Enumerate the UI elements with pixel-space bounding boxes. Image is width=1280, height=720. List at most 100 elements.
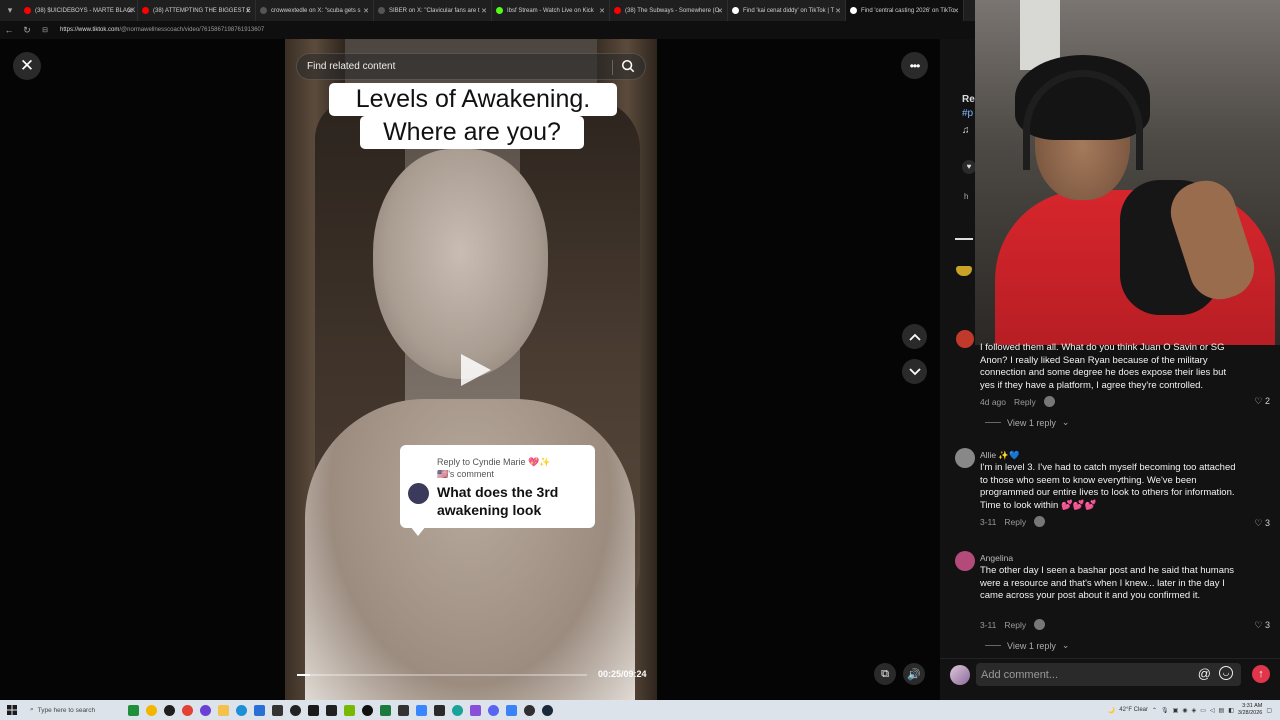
volume-button[interactable]: 🔊: [903, 663, 925, 685]
close-tab-icon[interactable]: ✕: [835, 7, 841, 15]
task-view-icon[interactable]: [124, 700, 142, 720]
taskbar-app-icon[interactable]: [502, 700, 520, 720]
tray-app-icon[interactable]: ◉: [1182, 707, 1187, 714]
more-options-button[interactable]: •••: [901, 52, 928, 79]
microphone-icon[interactable]: 🎙: [1161, 707, 1169, 714]
comment-like-count[interactable]: ♡ 3: [1254, 518, 1270, 529]
tray-app-icon[interactable]: ▤: [1219, 707, 1225, 714]
taskbar-app-icon[interactable]: [304, 700, 322, 720]
site-info-icon[interactable]: ⊟: [36, 26, 54, 34]
file-explorer-icon[interactable]: [214, 700, 232, 720]
close-tab-icon[interactable]: ✕: [245, 7, 251, 15]
taskbar-app-icon[interactable]: [142, 700, 160, 720]
taskbar-app-icon[interactable]: [448, 700, 466, 720]
browser-tab[interactable]: SIBER on X: "Clavicular fans are t ✕: [374, 0, 492, 21]
reply-button[interactable]: Reply: [1014, 397, 1036, 407]
author-name[interactable]: Re: [962, 94, 975, 105]
hashtag-link[interactable]: #p: [962, 108, 973, 119]
windows-taskbar: ⌕ Type here to search 🌙 42°F Clear ⌃ 🎙 ▣ …: [0, 700, 1280, 720]
browser-tab[interactable]: (38) The Subways - Somewhere (O ✕: [610, 0, 728, 21]
chevron-up-icon[interactable]: ⌃: [1152, 707, 1157, 714]
comment-like-count[interactable]: ♡ 3: [1254, 620, 1270, 631]
close-tab-icon[interactable]: ✕: [363, 7, 369, 15]
taskbar-app-icon[interactable]: [430, 700, 448, 720]
taskbar-app-icon[interactable]: [160, 700, 178, 720]
back-icon[interactable]: ←: [0, 25, 18, 35]
x-icon: [378, 7, 385, 14]
close-video-button[interactable]: ✕: [13, 52, 41, 80]
taskbar-app-icon[interactable]: [196, 700, 214, 720]
volume-icon[interactable]: ◁: [1210, 707, 1215, 714]
browser-tab-bar: ▾ (38) $UICIDEBOYS - MARTE BLACK ✕ (38) A…: [0, 0, 975, 21]
weather-text[interactable]: 42°F Clear: [1119, 707, 1148, 713]
comment-author[interactable]: Angelina: [980, 553, 1013, 563]
taskbar-app-icon[interactable]: [322, 700, 340, 720]
taskbar-app-icon[interactable]: [250, 700, 268, 720]
close-tab-icon[interactable]: ✕: [481, 7, 487, 15]
avatar[interactable]: [955, 551, 975, 571]
search-icon[interactable]: [621, 59, 635, 73]
miniplayer-button[interactable]: ⧉: [874, 663, 896, 685]
user-avatar: [950, 665, 970, 685]
taskbar-app-icon[interactable]: [376, 700, 394, 720]
emoji-icon[interactable]: ◡: [1219, 666, 1233, 680]
browser-tab[interactable]: (38) $UICIDEBOYS - MARTE BLACK ✕: [20, 0, 138, 21]
youtube-icon: [614, 7, 621, 14]
view-replies-button[interactable]: View 1 reply ⌄: [985, 640, 1069, 651]
tray-app-icon[interactable]: ◈: [1192, 707, 1197, 714]
avatar[interactable]: [955, 448, 975, 468]
taskbar-app-icon[interactable]: [394, 700, 412, 720]
obs-icon[interactable]: [520, 700, 538, 720]
mention-icon[interactable]: @: [1198, 666, 1211, 681]
comment-item: Angelina The other day I seen a bashar p…: [955, 551, 1270, 651]
close-tab-icon[interactable]: ✕: [127, 7, 133, 15]
steam-icon[interactable]: [538, 700, 556, 720]
edge-icon[interactable]: [232, 700, 250, 720]
nvidia-icon[interactable]: [340, 700, 358, 720]
discord-icon[interactable]: [484, 700, 502, 720]
tray-app-icon[interactable]: ◧: [1228, 707, 1234, 714]
more-icon: •••: [909, 58, 921, 73]
browser-tab[interactable]: Ibsf Stream - Watch Live on Kick ✕: [492, 0, 610, 21]
close-tab-icon[interactable]: ✕: [717, 7, 723, 15]
taskbar-search[interactable]: ⌕ Type here to search: [24, 700, 124, 720]
tab-list-menu-icon[interactable]: ▾: [0, 0, 20, 21]
next-video-button[interactable]: [902, 359, 927, 384]
add-comment-input[interactable]: Add comment... @ ◡: [976, 663, 1241, 686]
view-replies-button[interactable]: View 1 reply ⌄: [985, 417, 1069, 428]
browser-tab-active[interactable]: Find 'central casting 2026' on TikTo ✕: [846, 0, 964, 21]
taskbar-app-icon[interactable]: [412, 700, 430, 720]
post-comment-button[interactable]: ↑: [1252, 665, 1270, 683]
taskbar-app-icon[interactable]: [358, 700, 376, 720]
previous-video-button[interactable]: [902, 324, 927, 349]
video-progress-bar[interactable]: [297, 674, 587, 676]
notifications-icon[interactable]: ▢: [1266, 707, 1272, 714]
creator-avatar: [1043, 396, 1055, 407]
comment-like-count[interactable]: ♡ 2: [1254, 396, 1270, 407]
tiktok-icon: [850, 7, 857, 14]
related-content-search[interactable]: Find related content: [296, 53, 646, 80]
url-field[interactable]: https://www.tiktok.com/@normawellnesscoa…: [60, 27, 264, 33]
start-button[interactable]: [0, 700, 24, 720]
taskbar-clock[interactable]: 3:31 AM 3/28/2026: [1238, 703, 1262, 717]
browser-tab[interactable]: Find 'kai cenat diddy' on TikTok | T ✕: [728, 0, 846, 21]
taskbar-app-icon[interactable]: [268, 700, 286, 720]
tab-partial[interactable]: h: [964, 192, 968, 201]
network-icon[interactable]: ▭: [1200, 707, 1206, 714]
close-tab-icon[interactable]: ✕: [599, 7, 605, 15]
browser-tab[interactable]: crowwextedle on X: "scuba gets s ✕: [256, 0, 374, 21]
chrome-icon[interactable]: [178, 700, 196, 720]
play-icon[interactable]: [455, 350, 495, 390]
like-icon[interactable]: ♥: [962, 160, 976, 174]
comment-author[interactable]: Allie ✨💙: [980, 450, 1020, 461]
tray-app-icon[interactable]: ▣: [1173, 707, 1179, 714]
reply-button[interactable]: Reply: [1004, 517, 1026, 527]
taskbar-app-icon[interactable]: [286, 700, 304, 720]
taskbar-app-icon[interactable]: [466, 700, 484, 720]
browser-tab[interactable]: (38) ATTEMPTING THE BIGGEST E ✕: [138, 0, 256, 21]
address-bar: ← ↻ ⊟ https://www.tiktok.com/@normawelln…: [0, 21, 975, 39]
close-tab-icon[interactable]: ✕: [953, 7, 959, 15]
reply-button[interactable]: Reply: [1004, 620, 1026, 630]
reload-icon[interactable]: ↻: [18, 25, 36, 36]
youtube-icon: [142, 7, 149, 14]
